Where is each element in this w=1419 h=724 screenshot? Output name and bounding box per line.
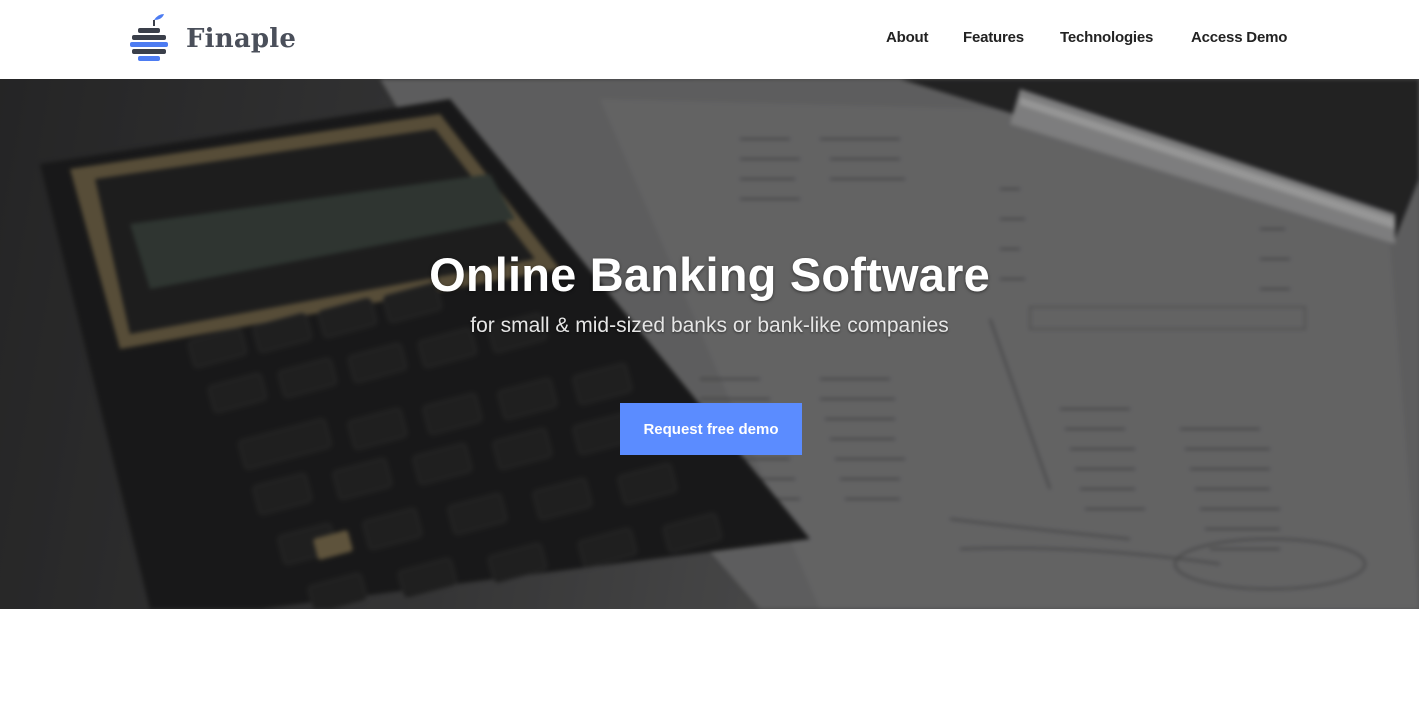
nav-link-features[interactable]: Features <box>963 29 1024 46</box>
nav-link-about[interactable]: About <box>886 29 929 46</box>
request-demo-button[interactable]: Request free demo <box>620 403 802 455</box>
hero-dark-overlay <box>0 79 1419 609</box>
main-nav: About Features Technologies Access Demo <box>0 29 1419 53</box>
site-header: Finaple About Features Technologies Acce… <box>0 0 1419 79</box>
hero-subtitle: for small & mid-sized banks or bank-like… <box>470 314 949 337</box>
hero-title: Online Banking Software <box>429 248 990 301</box>
hero-section: Online Banking Software for small & mid-… <box>0 79 1419 609</box>
nav-link-technologies[interactable]: Technologies <box>1060 29 1153 46</box>
nav-link-access-demo[interactable]: Access Demo <box>1191 29 1287 46</box>
